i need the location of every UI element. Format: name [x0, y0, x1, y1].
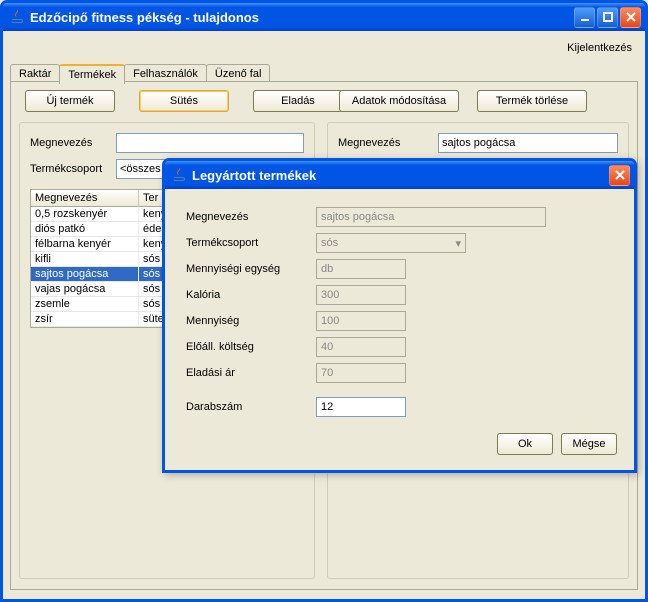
cell-name: zsír	[31, 312, 139, 326]
cell-name: vajas pogácsa	[31, 282, 139, 296]
cell-name: félbarna kenyér	[31, 237, 139, 251]
modal-titlebar[interactable]: Legyártott termékek	[165, 161, 634, 189]
new-product-button[interactable]: Új termék	[25, 90, 115, 112]
bake-button[interactable]: Sütés	[139, 90, 229, 112]
m-kcal-input	[316, 285, 406, 305]
modal-cancel-button[interactable]: Mégse	[561, 433, 617, 455]
m-name-label: Megnevezés	[186, 211, 316, 223]
cell-name: zsemle	[31, 297, 139, 311]
m-count-label: Darabszám	[186, 401, 316, 413]
m-kcal-label: Kalória	[186, 289, 316, 301]
filter-group-label: Termékcsoport	[30, 163, 116, 175]
m-group-label: Termékcsoport	[186, 237, 316, 249]
m-qty-input	[316, 311, 406, 331]
m-cost-input	[316, 337, 406, 357]
m-count-input[interactable]	[316, 397, 406, 417]
sell-button[interactable]: Eladás	[253, 90, 343, 112]
cell-name: diós patkó	[31, 222, 139, 236]
right-name-input[interactable]	[438, 133, 618, 153]
m-group-select: sós ▾	[316, 233, 466, 253]
java-icon	[9, 9, 25, 25]
minimize-button[interactable]	[574, 7, 595, 28]
window-title: Edzőcipő fitness pékség - tulajdonos	[30, 10, 574, 25]
chevron-down-icon: ▾	[455, 237, 461, 250]
modal-ok-button[interactable]: Ok	[497, 433, 553, 455]
m-qty-label: Mennyiség	[186, 315, 316, 327]
m-cost-label: Előáll. költség	[186, 341, 316, 353]
m-price-input	[316, 363, 406, 383]
filter-name-label: Megnevezés	[30, 137, 116, 149]
cell-name: kifli	[31, 252, 139, 266]
col-name[interactable]: Megnevezés	[31, 190, 139, 207]
java-icon	[171, 167, 187, 183]
m-name-input	[316, 207, 546, 227]
right-name-label: Megnevezés	[338, 137, 438, 149]
delete-button[interactable]: Termék törlése	[477, 90, 587, 112]
modal-close-button[interactable]	[609, 165, 630, 186]
modal-dialog: Legyártott termékek Megnevezés Termékcso…	[162, 158, 637, 473]
modify-button[interactable]: Adatok módosítása	[339, 90, 459, 112]
tab-termekek[interactable]: Termékek	[59, 64, 125, 84]
logout-link[interactable]: Kijelentkezés	[567, 42, 632, 54]
modal-title: Legyártott termékek	[192, 168, 609, 183]
filter-name-input[interactable]	[116, 133, 304, 153]
m-unit-input	[316, 259, 406, 279]
m-unit-label: Mennyiségi egység	[186, 263, 316, 275]
main-titlebar[interactable]: Edzőcipő fitness pékség - tulajdonos	[3, 3, 645, 31]
maximize-button[interactable]	[597, 7, 618, 28]
close-button[interactable]	[620, 7, 641, 28]
cell-name: sajtos pogácsa	[31, 267, 139, 281]
cell-name: 0,5 rozskenyér	[31, 207, 139, 221]
m-group-value: sós	[321, 237, 338, 249]
m-price-label: Eladási ár	[186, 367, 316, 379]
